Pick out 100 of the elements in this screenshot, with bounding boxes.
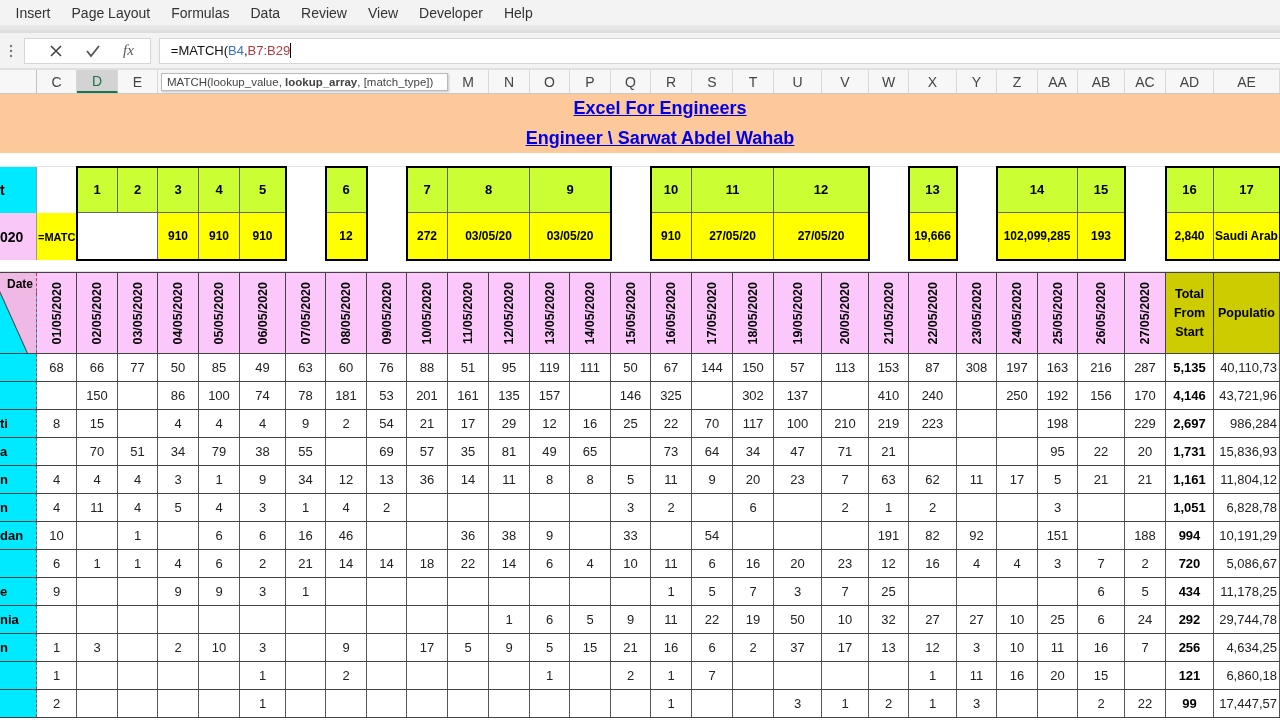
table-cell: 38 <box>240 438 286 465</box>
table-cell: 15 <box>1078 662 1125 689</box>
grip-icon[interactable] <box>9 43 13 58</box>
table-cell: 74 <box>240 382 286 409</box>
table-cell: 87 <box>909 354 957 381</box>
cancel-icon[interactable] <box>49 43 63 58</box>
menu-item[interactable]: Data <box>240 4 291 21</box>
table-cell: 2 <box>326 410 367 437</box>
table-cell: 12 <box>909 634 957 661</box>
column-header[interactable]: Y <box>957 70 997 93</box>
table-cell: 38 <box>489 522 530 549</box>
row-label-cell <box>0 382 37 409</box>
table-cell: 71 <box>822 438 869 465</box>
column-header[interactable]: AD <box>1166 70 1214 93</box>
column-header[interactable]: AB <box>1078 70 1125 93</box>
table-cell: 287 <box>1125 354 1166 381</box>
table-cell: 6 <box>530 606 570 633</box>
table-cell: 9 <box>326 634 367 661</box>
table-cell: 24 <box>1125 606 1166 633</box>
table-cell: 10 <box>611 550 651 577</box>
value-cell: 193 <box>1078 213 1125 260</box>
sheet-subtitle[interactable]: Engineer \ Sarwat Abdel Wahab <box>525 127 795 149</box>
table-cell: 37 <box>774 634 822 661</box>
column-header[interactable]: W <box>869 70 909 93</box>
table-cell: 82 <box>909 522 957 549</box>
table-cell: 1 <box>286 578 326 605</box>
table-cell: 34 <box>158 438 199 465</box>
menu-item[interactable]: Review <box>290 4 358 21</box>
table-cell: 25 <box>611 410 651 437</box>
menu-item[interactable]: Help <box>493 4 544 21</box>
table-cell: 92 <box>957 522 997 549</box>
table-cell: 15 <box>77 410 118 437</box>
table-cell: 6 <box>692 634 733 661</box>
column-header[interactable]: N <box>489 70 530 93</box>
table-cell: 4 <box>118 494 158 521</box>
value-cell: 102,099,285 <box>997 213 1078 260</box>
column-header[interactable]: Z <box>997 70 1038 93</box>
table-cell: 65 <box>570 438 611 465</box>
editing-cell[interactable]: =MATC <box>37 213 77 260</box>
table-cell: 22 <box>1125 690 1166 717</box>
table-cell: 191 <box>869 522 909 549</box>
index-number: 17 <box>1214 167 1280 213</box>
total-cell: 4,146 <box>1166 382 1214 409</box>
sheet-title[interactable]: Excel For Engineers <box>573 98 747 120</box>
menu-item[interactable]: Page Layout <box>61 4 161 21</box>
table-cell: 100 <box>199 382 240 409</box>
column-header[interactable]: E <box>118 70 158 93</box>
value-cell: 27/05/20 <box>692 213 774 260</box>
table-cell: 1 <box>651 578 692 605</box>
table-cell: 57 <box>407 438 448 465</box>
table-cell: 20 <box>1125 438 1166 465</box>
column-header[interactable]: R <box>651 70 692 93</box>
column-header[interactable]: X <box>909 70 957 93</box>
table-cell: 63 <box>869 466 909 493</box>
column-header[interactable]: P <box>570 70 611 93</box>
column-header[interactable]: D <box>77 70 118 93</box>
column-header[interactable]: AC <box>1125 70 1166 93</box>
table-cell: 7 <box>822 578 869 605</box>
column-header[interactable]: Q <box>611 70 651 93</box>
column-header[interactable]: U <box>774 70 822 93</box>
table-cell: 1 <box>822 690 869 717</box>
column-header[interactable]: V <box>822 70 869 93</box>
table-cell: 12 <box>326 466 367 493</box>
index-number: 8 <box>448 167 530 213</box>
column-header[interactable]: O <box>530 70 570 93</box>
date-header: 12/05/2020 <box>489 273 530 353</box>
table-cell: 85 <box>199 354 240 381</box>
population-cell: 6,860,18 <box>1214 662 1280 689</box>
column-header[interactable]: AA <box>1038 70 1078 93</box>
table-cell: 1 <box>77 550 118 577</box>
table-cell: 17 <box>822 634 869 661</box>
menu-item[interactable]: Insert <box>5 4 61 21</box>
column-header[interactable]: S <box>692 70 733 93</box>
table-cell: 210 <box>822 410 869 437</box>
population-cell: 4,634,25 <box>1214 634 1280 661</box>
value-cell: 27/05/20 <box>774 213 869 260</box>
enter-icon[interactable] <box>85 43 101 58</box>
row-label-cell <box>0 690 37 717</box>
insert-function-button[interactable]: fx <box>123 42 134 59</box>
table-cell: 73 <box>651 438 692 465</box>
population-cell: 11,804,12 <box>1214 466 1280 493</box>
table-cell: 1 <box>240 690 286 717</box>
table-cell: 6 <box>199 550 240 577</box>
formula-input[interactable]: =MATCH(B4,B7:B29 <box>158 37 1280 64</box>
menu-item[interactable]: Developer <box>408 4 494 21</box>
column-header[interactable]: M <box>448 70 489 93</box>
table-cell: 410 <box>869 382 909 409</box>
column-header[interactable]: AE <box>1214 70 1280 93</box>
table-cell: 119 <box>530 354 570 381</box>
column-header[interactable]: T <box>733 70 774 93</box>
table-cell: 192 <box>1038 382 1078 409</box>
menu-item[interactable]: Formulas <box>160 4 240 21</box>
table-cell: 12 <box>530 410 570 437</box>
menu-item[interactable]: View <box>357 4 409 21</box>
table-cell: 95 <box>1038 438 1078 465</box>
row-label: t <box>0 167 37 213</box>
date-header: 01/05/2020 <box>37 273 77 353</box>
table-cell: 146 <box>611 382 651 409</box>
table-cell: 15 <box>570 634 611 661</box>
table-cell: 2 <box>240 550 286 577</box>
